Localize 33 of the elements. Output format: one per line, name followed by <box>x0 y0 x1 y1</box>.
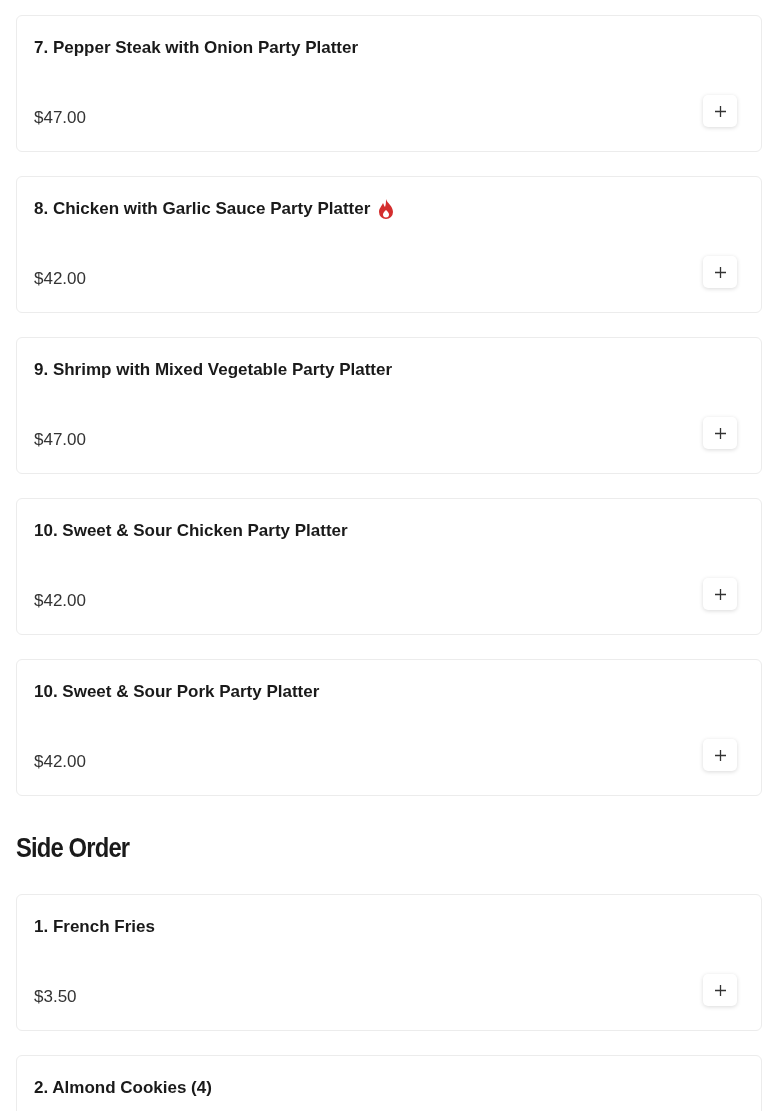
menu-item-card[interactable]: 7. Pepper Steak with Onion Party Platter $47.00 <box>16 15 762 152</box>
item-name: 9. Shrimp with Mixed Vegetable Party Platter <box>34 359 393 381</box>
menu-item-card[interactable]: 9. Shrimp with Mixed Vegetable Party Platter $47.00 <box>16 337 762 474</box>
item-name: 8. Chicken with Garlic Sauce Party Platter <box>34 198 371 220</box>
add-button[interactable] <box>703 739 737 771</box>
plus-icon <box>714 266 726 278</box>
item-price: $47.00 <box>34 429 86 451</box>
item-name: 7. Pepper Steak with Onion Party Platter <box>34 37 359 59</box>
menu-item-card[interactable]: 1. French Fries $3.50 <box>16 894 762 1031</box>
item-name: 10. Sweet & Sour Pork Party Platter <box>34 681 320 703</box>
menu-item-card[interactable]: 8. Chicken with Garlic Sauce Party Platter $42.00 <box>16 176 762 313</box>
plus-icon <box>714 749 726 761</box>
item-name: 2. Almond Cookies (4) <box>34 1077 212 1099</box>
item-name: 10. Sweet & Sour Chicken Party Platter <box>34 520 348 542</box>
add-button[interactable] <box>703 578 737 610</box>
plus-icon <box>714 588 726 600</box>
plus-icon <box>714 105 726 117</box>
section-heading: Side Order <box>16 831 131 865</box>
menu-item-card[interactable]: 2. Almond Cookies (4) <box>16 1055 762 1111</box>
menu-item-card[interactable]: 10. Sweet & Sour Chicken Party Platter $42.00 <box>16 498 762 635</box>
plus-icon <box>714 427 726 439</box>
add-button[interactable] <box>703 95 737 127</box>
item-price: $42.00 <box>34 590 86 612</box>
add-button[interactable] <box>703 974 737 1006</box>
add-button[interactable] <box>703 256 737 288</box>
add-button[interactable] <box>703 417 737 449</box>
menu-item-card[interactable]: 10. Sweet & Sour Pork Party Platter $42.00 <box>16 659 762 796</box>
item-name: 1. French Fries <box>34 916 155 938</box>
item-price: $47.00 <box>34 107 86 129</box>
plus-icon <box>714 984 726 996</box>
item-price: $3.50 <box>34 986 77 1008</box>
item-price: $42.00 <box>34 751 86 773</box>
item-price: $42.00 <box>34 268 86 290</box>
